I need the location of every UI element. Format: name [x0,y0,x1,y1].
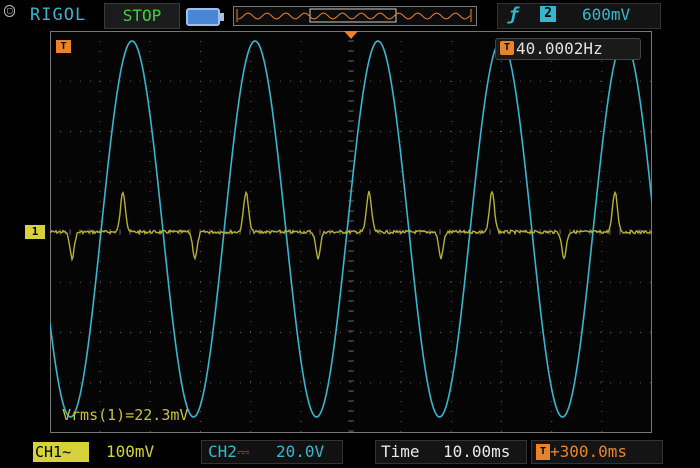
trigger-offset-icon: T [536,444,550,460]
rising-edge-icon: ƒ [508,4,519,25]
battery-icon [186,8,224,26]
brand-label: RIGOL [30,5,87,25]
ch1-label[interactable]: CH1~ [33,442,89,462]
ch1-vertical-scale: 100mV [106,442,155,461]
trigger-settings-box[interactable] [497,3,661,29]
timebase-scale: 10.00ms [443,442,511,461]
frequency-readout: 40.0002Hz [516,39,603,58]
run-stop-button[interactable]: STOP [104,3,180,29]
waveform-canvas [50,31,652,433]
ch2-name: CH2 [208,442,237,461]
trigger-level: 600mV [582,5,631,24]
dc-coupling-icon: ⎓ [236,442,250,461]
ac-coupling-icon: ~ [62,443,72,461]
time-label: Time [381,442,420,461]
trigger-icon: T [500,41,514,55]
ch1-name: CH1 [35,443,63,461]
trigger-position-arrow-icon[interactable] [344,31,358,39]
memory-depth-indicator [233,6,477,26]
ch2-label: CH2⎓ [208,442,250,462]
trigger-source-badge: 2 [540,6,556,22]
waveform-display[interactable] [50,31,652,433]
ch2-vertical-scale: 20.0V [276,442,325,461]
trigger-offset-value: +300.0ms [550,442,628,461]
vrms-measurement: Vrms(1)=22.3mV [62,406,189,424]
memory-waveform-preview [236,8,472,23]
ch1-ground-marker[interactable]: 1 [25,225,45,239]
trigger-time-marker: T [56,40,71,53]
